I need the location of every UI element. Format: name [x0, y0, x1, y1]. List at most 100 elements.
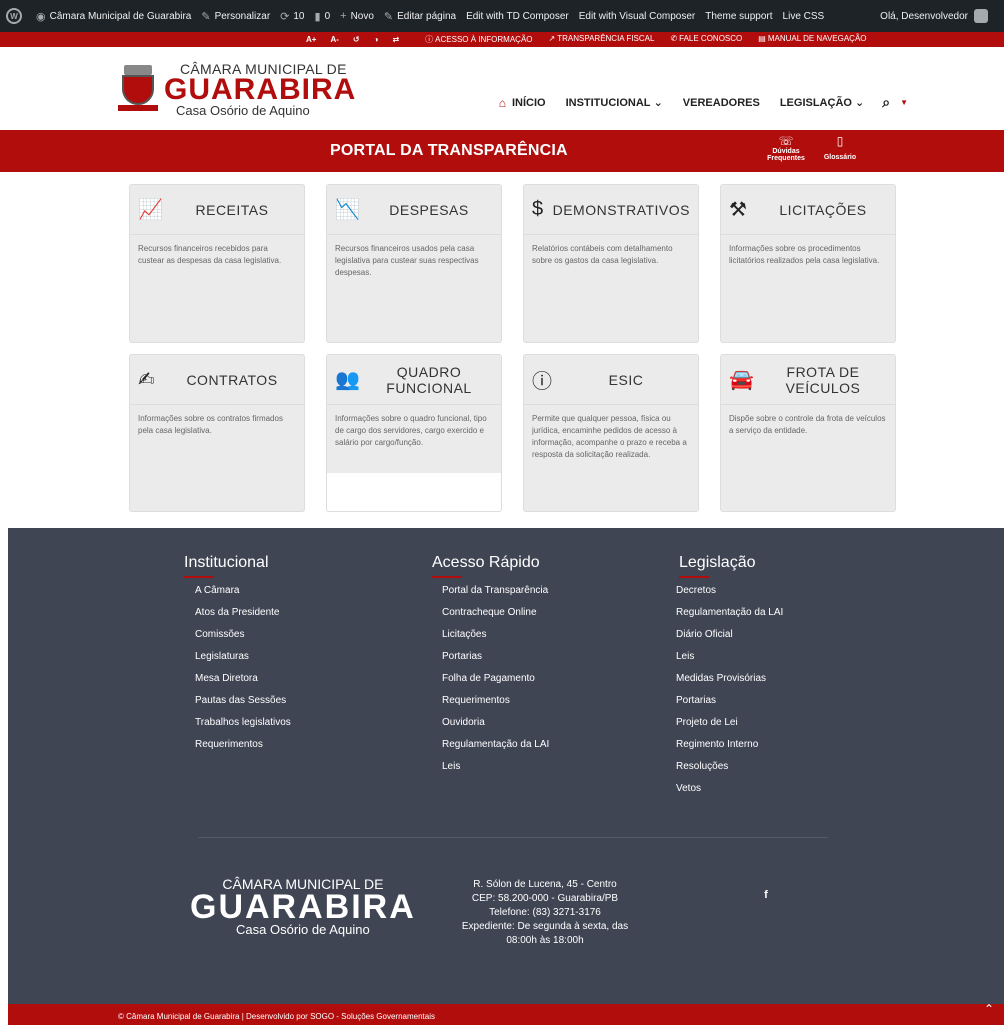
acc-link-fiscal[interactable]: ↗ TRANSPARÊNCIA FISCAL: [549, 34, 655, 45]
updates-link[interactable]: ⟳ 10: [280, 10, 304, 23]
card-esic[interactable]: ⓘ ESIC Permite que qualquer pessoa, físic…: [523, 354, 699, 512]
faq-link[interactable]: ☏ Dúvidas Frequentes: [766, 134, 806, 162]
footer-link[interactable]: Requerimentos: [442, 694, 549, 716]
site-name-link[interactable]: ◉ Câmara Municipal de Guarabira: [36, 10, 191, 23]
wordpress-logo-icon[interactable]: W: [6, 8, 22, 24]
new-link[interactable]: + Novo: [340, 10, 374, 22]
footer-link[interactable]: Licitações: [442, 628, 549, 650]
footer-link[interactable]: Portal da Transparência: [442, 584, 549, 606]
card-quadro-funcional[interactable]: 👥 QUADRO FUNCIONAL Informações sobre o qu…: [326, 354, 502, 512]
admin-bar: W ◉ Câmara Municipal de Guarabira ✎ Person…: [0, 0, 1004, 32]
footer-link[interactable]: Ouvidoria: [442, 716, 549, 738]
dollar-icon: $: [532, 198, 544, 220]
chevron-down-icon: ⌄: [855, 97, 865, 109]
facebook-icon[interactable]: f: [754, 883, 778, 907]
footer-link[interactable]: Mesa Diretora: [195, 672, 291, 694]
site-header: CÂMARA MUNICIPAL DE GUARABIRA Casa Osóri…: [0, 47, 1004, 129]
chart-down-icon: 📉: [335, 199, 360, 221]
footer-link[interactable]: Regimento Interno: [676, 738, 783, 760]
gavel-icon: ⚒: [729, 199, 747, 221]
card-receitas[interactable]: 📈 RECEITAS Recursos financeiros recebidos…: [129, 184, 305, 343]
footer-link[interactable]: Folha de Pagamento: [442, 672, 549, 694]
card-despesas[interactable]: 📉 DESPESAS Recursos financeiros usados pe…: [326, 184, 502, 343]
refresh-icon: ⟳: [280, 10, 290, 23]
theme-support-link[interactable]: Theme support: [705, 11, 772, 22]
copyright-text: © Câmara Municipal de Guarabira | Desenv…: [118, 1012, 436, 1021]
footer-link[interactable]: Requerimentos: [195, 738, 291, 760]
footer-link[interactable]: Portarias: [442, 650, 549, 672]
footer-link[interactable]: Projeto de Lei: [676, 716, 783, 738]
footer-link[interactable]: Atos da Presidente: [195, 606, 291, 628]
footer-link[interactable]: Trabalhos legislativos: [195, 716, 291, 738]
footer-link[interactable]: Leis: [676, 650, 783, 672]
footer-col-institucional: Institucional A Câmara Atos da President…: [184, 554, 291, 760]
footer-separator: [198, 837, 828, 838]
footer-link[interactable]: Pautas das Sessões: [195, 694, 291, 716]
crest-icon: [118, 64, 158, 115]
td-composer-link[interactable]: Edit with TD Composer: [466, 11, 569, 22]
logo-line2: GUARABIRA: [164, 73, 357, 106]
glossary-link[interactable]: ▯ Glossário: [820, 134, 860, 161]
footer-link[interactable]: Leis: [442, 760, 549, 782]
acc-link-contact[interactable]: ✆ FALE CONOSCO: [670, 34, 742, 45]
footer-link[interactable]: A Câmara: [195, 584, 291, 606]
footer-heading: Legislação: [679, 554, 756, 571]
reset-icon[interactable]: ↺: [353, 35, 360, 44]
footer-link[interactable]: Legislaturas: [195, 650, 291, 672]
copyright-bar: © Câmara Municipal de Guarabira | Desenv…: [8, 1004, 1004, 1025]
nav-legislacao[interactable]: LEGISLAÇÃO ⌄: [780, 96, 865, 110]
footer-link[interactable]: Regulamentação da LAI: [442, 738, 549, 760]
contrast-icon[interactable]: ◑: [374, 35, 379, 44]
phone-icon: ✆: [670, 34, 678, 43]
footer-link[interactable]: Diário Oficial: [676, 628, 783, 650]
back-to-top-icon[interactable]: ⌃: [984, 1002, 1000, 1018]
footer-heading: Institucional: [184, 554, 269, 571]
divider: [432, 576, 462, 578]
home-icon: ⌂: [498, 95, 506, 110]
acc-link-info[interactable]: ⓘ ACESSO À INFORMAÇÃO: [425, 34, 532, 45]
site-logo[interactable]: CÂMARA MUNICIPAL DE GUARABIRA Casa Osóri…: [118, 61, 356, 118]
font-decrease-button[interactable]: A-: [330, 35, 338, 44]
nav-vereadores[interactable]: VEREADORES: [683, 97, 760, 109]
visual-composer-link[interactable]: Edit with Visual Composer: [579, 11, 696, 22]
divider: [679, 576, 709, 578]
pencil-icon: ✎: [383, 10, 394, 23]
footer-link[interactable]: Vetos: [676, 782, 783, 804]
user-menu[interactable]: Olá, Desenvolvedor: [880, 9, 988, 23]
chart-up-icon: 📈: [138, 199, 163, 221]
footer-link[interactable]: Decretos: [676, 584, 783, 606]
card-licitacoes[interactable]: ⚒ LICITAÇÕES Informações sobre os procedi…: [720, 184, 896, 343]
caret-down-icon[interactable]: ▼: [900, 98, 908, 107]
customize-link[interactable]: ✎ Personalizar: [201, 10, 270, 23]
acc-link-manual[interactable]: ▤ MANUAL DE NAVEGAÇÃO: [758, 34, 866, 45]
edit-page-link[interactable]: ✎ Editar página: [384, 10, 456, 23]
footer-link[interactable]: Portarias: [676, 694, 783, 716]
footer-link[interactable]: Regulamentação da LAI: [676, 606, 783, 628]
footer-col-legislacao: Legislação Decretos Regulamentação da LA…: [676, 554, 783, 804]
live-css-link[interactable]: Live CSS: [783, 11, 825, 22]
chevron-down-icon: ⌄: [653, 97, 663, 109]
footer-link[interactable]: Medidas Provisórias: [676, 672, 783, 694]
dashboard-icon: ◉: [36, 10, 46, 23]
accessibility-bar: A+ A- ↺ ◑ ⇄ ⓘ ACESSO À INFORMAÇÃO ↗ TRANSP…: [0, 32, 1004, 47]
comments-link[interactable]: ▮ 0: [315, 10, 331, 23]
comment-icon: ▮: [314, 10, 321, 23]
footer-link[interactable]: Comissões: [195, 628, 291, 650]
nav-institucional[interactable]: INSTITUCIONAL ⌄: [566, 96, 663, 110]
search-icon[interactable]: ⌕: [882, 94, 890, 111]
nav-home[interactable]: ⌂ INÍCIO: [499, 96, 546, 110]
card-contratos[interactable]: ✍ CONTRATOS Informações sobre os contrato…: [129, 354, 305, 512]
font-increase-button[interactable]: A+: [306, 35, 316, 44]
plus-icon: +: [340, 10, 347, 22]
footer-link[interactable]: Contracheque Online: [442, 606, 549, 628]
document-icon: ▤: [758, 34, 766, 43]
contract-icon: ✍: [138, 369, 155, 391]
card-demonstrativos[interactable]: $ DEMONSTRATIVOS Relatórios contábeis com…: [523, 184, 699, 343]
footer-link[interactable]: Resoluções: [676, 760, 783, 782]
card-frota[interactable]: 🚘 FROTA DE VEÍCULOS Dispõe sobre o contro…: [720, 354, 896, 512]
portal-banner: PORTAL DA TRANSPARÊNCIA ☏ Dúvidas Freque…: [0, 130, 1004, 172]
chat-icon: ☏: [778, 134, 794, 148]
users-icon: 👥: [335, 369, 360, 391]
sitemap-icon[interactable]: ⇄: [392, 35, 399, 44]
avatar: [974, 9, 988, 23]
